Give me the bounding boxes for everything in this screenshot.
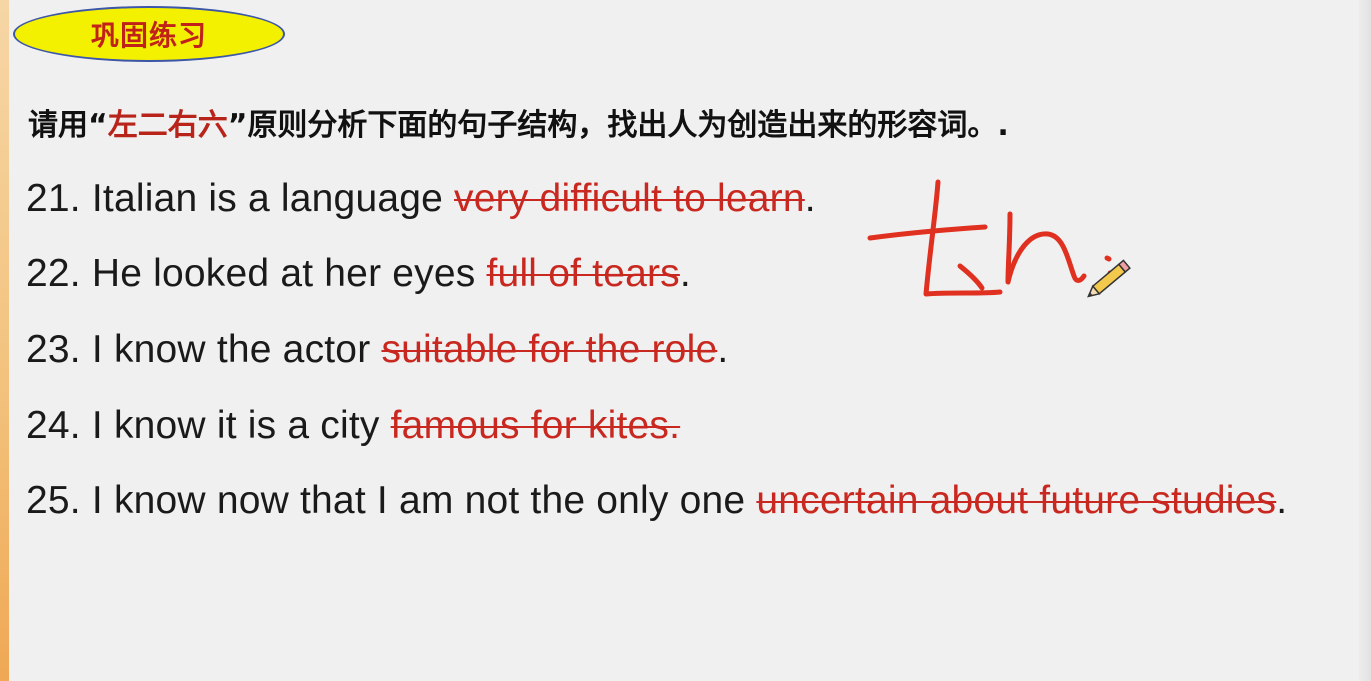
instruction-prefix: 请用	[28, 108, 88, 143]
sentence-end: .	[679, 252, 691, 295]
ink-stroke	[957, 263, 985, 291]
instruction-highlight: 左二右六	[107, 108, 228, 143]
sentence-text: I know now that I am not the only one	[91, 479, 746, 522]
struck-phrase: very difficult to learn	[454, 177, 805, 220]
sentence-number: 23.	[26, 328, 81, 371]
left-accent-bar	[0, 0, 9, 681]
struck-phrase: famous for kites.	[390, 404, 681, 447]
instruction-open-quote: “	[88, 108, 108, 143]
title-badge: 巩固练习	[13, 6, 285, 62]
right-edge	[1359, 0, 1371, 681]
sentence-end: .	[1276, 479, 1288, 522]
sentence-24: 24. I know it is a city famous for kites…	[26, 404, 680, 448]
sentence-text: He looked at her eyes	[91, 252, 476, 295]
struck-phrase: full of tears	[486, 252, 680, 295]
handwritten-annotation	[867, 179, 1131, 298]
struck-phrase: uncertain about future studies	[756, 479, 1277, 522]
title-text: 巩固练习	[90, 19, 207, 52]
sentence-number: 22.	[26, 252, 81, 295]
sentence-23: 23. I know the actor suitable for the ro…	[26, 328, 728, 372]
ink-stroke	[1005, 211, 1087, 285]
slide: 巩固练习 请用“左二右六”原则分析下面的句子结构，找出人为创造出来的形容词。. …	[0, 0, 1371, 681]
instruction-line: 请用“左二右六”原则分析下面的句子结构，找出人为创造出来的形容词。.	[28, 100, 1009, 144]
sentence-text: I know the actor	[91, 328, 371, 371]
sentence-text: I know it is a city	[91, 404, 380, 447]
ink-dot	[1104, 255, 1112, 262]
ink-stroke	[923, 179, 1003, 297]
ink-stroke	[867, 224, 988, 241]
sentence-22: 22. He looked at her eyes full of tears.	[26, 252, 691, 296]
sentence-end: .	[804, 177, 816, 220]
instruction-suffix: 原则分析下面的句子结构，找出人为创造出来的形容词。.	[247, 108, 1009, 143]
sentence-number: 25.	[26, 479, 81, 522]
sentence-number: 21.	[26, 177, 81, 220]
sentence-21: 21. Italian is a language very difficult…	[26, 177, 816, 221]
sentence-25: 25. I know now that I am not the only on…	[26, 479, 1287, 523]
struck-phrase: suitable for the role	[381, 328, 718, 371]
instruction-close-quote: ”	[227, 108, 248, 143]
sentence-number: 24.	[26, 404, 81, 447]
pencil-icon	[1087, 259, 1131, 298]
sentence-end: .	[717, 328, 729, 371]
sentence-text: Italian is a language	[91, 177, 443, 220]
